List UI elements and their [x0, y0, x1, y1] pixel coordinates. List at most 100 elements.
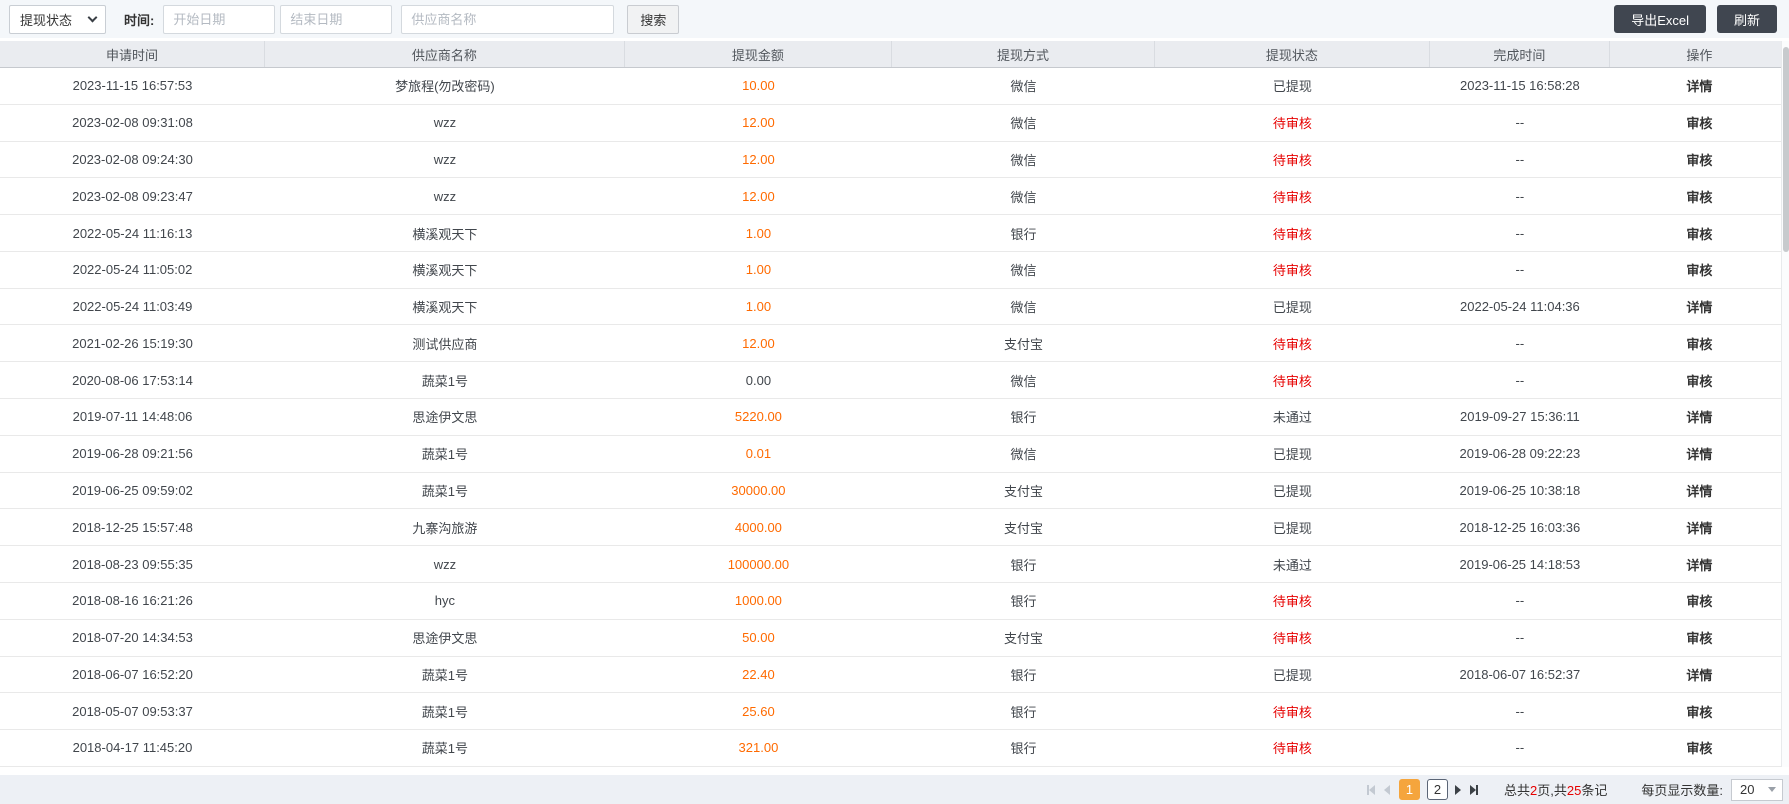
cell-finish-time: 2019-06-28 09:22:23: [1459, 446, 1581, 462]
table-row: 2022-05-24 11:16:13 横溪观天下 1.00 银行 待审核 -- 审核: [0, 215, 1789, 252]
cell-method: 微信: [1010, 300, 1037, 316]
table-row: 2021-02-26 15:19:30 测试供应商 12.00 支付宝 待审核 -- 审核: [0, 325, 1789, 363]
cell-amount: 1.00: [745, 299, 772, 315]
table-row: 2023-02-08 09:23:47 wzz 12.00 微信 待审核 -- 审核: [0, 178, 1789, 216]
cell-amount: 5220.00: [734, 409, 782, 425]
cell-amount: 0.00: [745, 372, 772, 388]
cell-supplier: 横溪观天下: [412, 263, 478, 279]
cell-supplier: wzz: [433, 151, 457, 167]
cell-status: 已提现: [1272, 79, 1312, 95]
cell-status: 已提现: [1272, 300, 1312, 316]
action-link[interactable]: 详情: [1610, 436, 1789, 472]
table-row: 2019-06-28 09:21:56 蔬菜1号 0.01 微信 已提现 2019-06-…: [0, 435, 1789, 473]
first-page-triangle: [1369, 784, 1376, 795]
cell-method: 支付宝: [1003, 631, 1043, 647]
action-link[interactable]: 审核: [1610, 362, 1789, 398]
table-row: 2019-06-25 09:59:02 蔬菜1号 30000.00 支付宝 已提现 201…: [0, 472, 1789, 510]
search-button[interactable]: 搜索: [627, 4, 680, 34]
cell-supplier: 思途伊文思: [412, 410, 478, 426]
cell-method: 微信: [1010, 447, 1037, 463]
cell-status: 未通过: [1272, 410, 1312, 426]
start-date-input[interactable]: [163, 4, 276, 34]
status-filter-select[interactable]: 提现状态: [9, 4, 106, 34]
cell-status: 待审核: [1272, 741, 1312, 757]
action-link[interactable]: 详情: [1610, 68, 1789, 104]
action-link[interactable]: 详情: [1610, 509, 1789, 545]
cell-method: 微信: [1010, 373, 1037, 389]
action-link[interactable]: 审核: [1610, 693, 1789, 729]
cell-finish-time: 2019-06-25 14:18:53: [1459, 556, 1581, 572]
action-link[interactable]: 审核: [1610, 620, 1789, 656]
column-header-method: 提现方式: [892, 41, 1155, 67]
cell-finish-time: --: [1515, 115, 1525, 131]
pagination-bar: 12 总共2页,共25条记 每页显示数量: 20: [0, 775, 1789, 804]
end-date-input[interactable]: [280, 4, 393, 34]
cell-status: 待审核: [1272, 631, 1312, 647]
cell-method: 微信: [1010, 116, 1037, 132]
cell-apply-time: 2018-08-23 09:55:35: [72, 556, 193, 572]
supplier-name-input[interactable]: [401, 4, 615, 34]
cell-amount: 4000.00: [734, 519, 782, 535]
cell-amount: 12.00: [742, 115, 775, 131]
cell-apply-time: 2021-02-26 15:19:30: [72, 335, 193, 351]
refresh-button[interactable]: 刷新: [1716, 5, 1777, 33]
next-page-icon[interactable]: [1455, 784, 1462, 795]
cell-supplier: 横溪观天下: [412, 300, 478, 316]
cell-status: 待审核: [1272, 263, 1312, 279]
prev-page-icon[interactable]: [1384, 784, 1391, 795]
action-link[interactable]: 审核: [1610, 215, 1789, 251]
prev-page-triangle: [1384, 784, 1391, 795]
cell-finish-time: --: [1515, 740, 1525, 756]
action-link[interactable]: 详情: [1610, 473, 1789, 509]
action-link[interactable]: 审核: [1610, 178, 1789, 214]
page-button-2[interactable]: 2: [1427, 779, 1449, 800]
first-page-icon[interactable]: [1367, 784, 1376, 795]
summary-prefix: 总共: [1504, 783, 1531, 798]
action-link[interactable]: 详情: [1610, 546, 1789, 582]
cell-amount: 321.00: [738, 740, 779, 756]
chevron-down-icon: [87, 12, 98, 22]
action-link[interactable]: 审核: [1610, 583, 1789, 619]
table-row: 2020-08-06 17:53:14 蔬菜1号 0.00 微信 待审核 -- 审核: [0, 362, 1789, 400]
cell-supplier: 思途伊文思: [412, 631, 478, 647]
cell-amount: 1000.00: [734, 593, 782, 609]
time-label: 时间:: [124, 12, 155, 28]
cell-apply-time: 2023-02-08 09:23:47: [72, 188, 193, 204]
cell-apply-time: 2022-05-24 11:03:49: [72, 299, 193, 315]
action-link[interactable]: 详情: [1610, 399, 1789, 435]
scrollbar-thumb[interactable]: [1783, 47, 1789, 252]
action-link[interactable]: 审核: [1610, 252, 1789, 288]
table-row: 2018-08-16 16:21:26 hyc 1000.00 银行 待审核 -- 审核: [0, 582, 1789, 620]
export-excel-button[interactable]: 导出Excel: [1614, 5, 1706, 33]
summary-suffix: 条记: [1581, 783, 1608, 798]
cell-amount: 100000.00: [727, 556, 790, 572]
page-size-value: 20: [1740, 782, 1755, 797]
action-link[interactable]: 审核: [1610, 325, 1789, 361]
cell-supplier: wzz: [433, 556, 457, 572]
action-link[interactable]: 审核: [1610, 142, 1789, 178]
column-header-supplier: 供应商名称: [265, 41, 625, 67]
table-row: 2018-06-07 16:52:20 蔬菜1号 22.40 银行 已提现 2018-06…: [0, 656, 1789, 694]
cell-status: 待审核: [1272, 152, 1312, 168]
cell-apply-time: 2018-06-07 16:52:20: [72, 666, 193, 682]
summary-record-count: 25: [1566, 783, 1582, 798]
cell-finish-time: --: [1515, 703, 1525, 719]
cell-supplier: 测试供应商: [412, 336, 478, 352]
table-row: 2018-12-25 15:57:48 九寨沟旅游 4000.00 支付宝 已提现 201…: [0, 509, 1789, 547]
cell-amount: 1.00: [745, 262, 772, 278]
cell-amount: 25.60: [742, 703, 775, 719]
cell-finish-time: 2018-06-07 16:52:37: [1459, 666, 1581, 682]
last-page-icon[interactable]: [1470, 784, 1479, 795]
page-button-1[interactable]: 1: [1399, 779, 1421, 800]
action-link[interactable]: 审核: [1610, 730, 1789, 766]
page-size-select[interactable]: 20: [1731, 778, 1783, 801]
action-link[interactable]: 审核: [1610, 105, 1789, 141]
scrollbar-track[interactable]: [1781, 41, 1789, 767]
table-row: 2023-02-08 09:24:30 wzz 12.00 微信 待审核 -- 审核: [0, 141, 1789, 179]
cell-status: 已提现: [1272, 520, 1312, 536]
action-link[interactable]: 详情: [1610, 289, 1789, 325]
cell-amount: 10.00: [742, 78, 775, 94]
cell-supplier: 九寨沟旅游: [412, 520, 478, 536]
cell-finish-time: --: [1515, 335, 1525, 351]
action-link[interactable]: 详情: [1610, 657, 1789, 693]
